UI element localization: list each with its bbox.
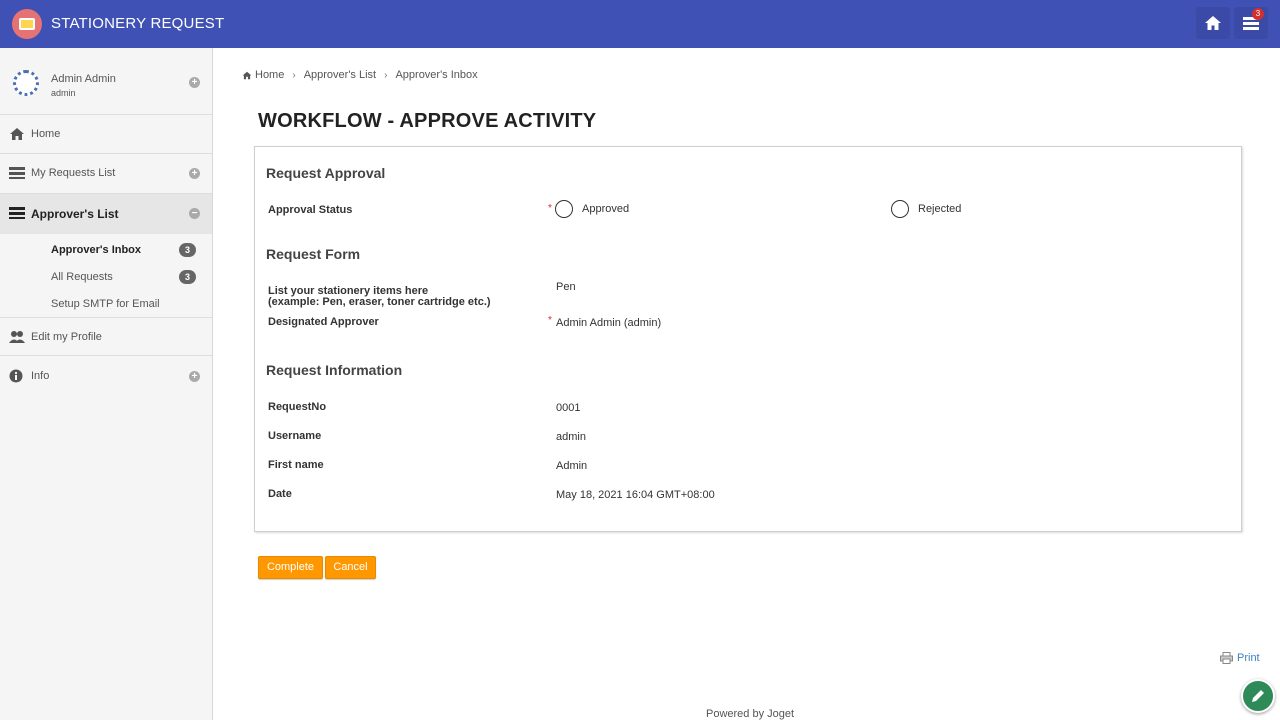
section-title-request-information: Request Information (266, 362, 403, 378)
list-icon (9, 207, 25, 219)
chevron-right-icon: › (292, 69, 296, 81)
user-profile[interactable]: Admin Admin admin + (0, 48, 212, 115)
users-icon (9, 331, 25, 343)
count-badge: 3 (179, 243, 196, 257)
form-panel (254, 146, 1242, 532)
designated-approver-label: Designated Approver (268, 316, 379, 328)
list-icon (9, 167, 25, 179)
rejected-radio[interactable] (891, 200, 909, 218)
username-label: Username (268, 430, 322, 442)
print-icon (1220, 652, 1233, 664)
count-badge: 3 (179, 270, 196, 284)
sidebar-item-my-requests[interactable]: My Requests List + (0, 154, 212, 194)
approved-radio[interactable] (555, 200, 573, 218)
app-logo-icon[interactable] (12, 9, 42, 39)
sidebar-item-label: Edit my Profile (31, 331, 102, 343)
inbox-count-badge: 3 (1252, 8, 1264, 20)
print-label[interactable]: Print (1237, 652, 1260, 664)
breadcrumb-home[interactable]: Home (255, 69, 284, 81)
sidebar-item-label: Home (31, 128, 61, 140)
complete-button[interactable]: Complete (258, 556, 323, 579)
sidebar-item-home[interactable]: Home (0, 115, 212, 154)
user-id: admin (51, 88, 76, 98)
rejected-radio-label[interactable]: Rejected (918, 203, 961, 215)
date-value: May 18, 2021 16:04 GMT+08:00 (556, 489, 715, 501)
required-mark: * (548, 315, 552, 326)
breadcrumb-approvers-inbox[interactable]: Approver's Inbox (395, 69, 477, 81)
first-name-label: First name (268, 459, 324, 471)
chevron-right-icon: › (384, 69, 388, 81)
first-name-value: Admin (556, 460, 588, 472)
page-title: WORKFLOW - APPROVE ACTIVITY (258, 110, 597, 132)
request-no-value: 0001 (556, 402, 581, 414)
collapse-minus-icon[interactable]: − (189, 208, 200, 219)
sidebar-subitem-all-requests[interactable]: All Requests (51, 271, 113, 283)
expand-plus-icon[interactable]: + (189, 77, 200, 88)
cancel-button[interactable]: Cancel (325, 556, 376, 579)
print-link[interactable]: Print (1220, 652, 1260, 664)
pencil-icon (1252, 690, 1264, 702)
expand-plus-icon[interactable]: + (189, 168, 200, 179)
required-mark: * (548, 203, 552, 214)
sidebar-item-label: My Requests List (31, 167, 116, 179)
home-icon (1205, 16, 1221, 30)
username-value: admin (556, 431, 586, 443)
home-icon (242, 71, 252, 79)
sidebar-item-approvers-list[interactable]: Approver's List − (0, 194, 212, 234)
breadcrumb: Home › Approver's List › Approver's Inbo… (242, 69, 478, 81)
edit-fab-button[interactable] (1241, 679, 1275, 713)
sidebar-item-info[interactable]: Info + (0, 357, 212, 397)
sidebar-item-label: Info (31, 370, 50, 382)
home-button[interactable] (1196, 7, 1230, 39)
info-icon (9, 369, 23, 383)
section-title-request-form: Request Form (266, 246, 361, 262)
items-value: Pen (556, 281, 576, 293)
avatar (13, 70, 39, 96)
sidebar-item-label: Approver's List (31, 207, 119, 221)
user-name: Admin Admin (51, 73, 116, 85)
sidebar-subitem-setup-smtp[interactable]: Setup SMTP for Email (51, 298, 160, 310)
items-label: List your stationery items here (example… (268, 286, 491, 308)
sidebar-item-edit-profile[interactable]: Edit my Profile (0, 317, 212, 356)
date-label: Date (268, 488, 292, 500)
sidebar-subitem-approvers-inbox[interactable]: Approver's Inbox (51, 244, 141, 256)
section-title-request-approval: Request Approval (266, 165, 386, 181)
sidebar: Admin Admin admin + Home My Requests Lis… (0, 48, 213, 720)
footer-powered-by: Powered by Joget (706, 708, 795, 720)
approved-radio-label[interactable]: Approved (582, 203, 629, 215)
designated-approver-value: Admin Admin (admin) (556, 317, 662, 329)
breadcrumb-approvers-list[interactable]: Approver's List (304, 69, 376, 81)
app-title[interactable]: STATIONERY REQUEST (51, 15, 224, 32)
expand-plus-icon[interactable]: + (189, 371, 200, 382)
items-label-line2: (example: Pen, eraser, toner cartridge e… (268, 296, 491, 308)
approval-status-label: Approval Status (268, 204, 353, 216)
inbox-button[interactable]: 3 (1234, 7, 1268, 39)
top-bar: STATIONERY REQUEST 3 (0, 0, 1280, 48)
home-icon (10, 128, 24, 140)
request-no-label: RequestNo (268, 401, 327, 413)
